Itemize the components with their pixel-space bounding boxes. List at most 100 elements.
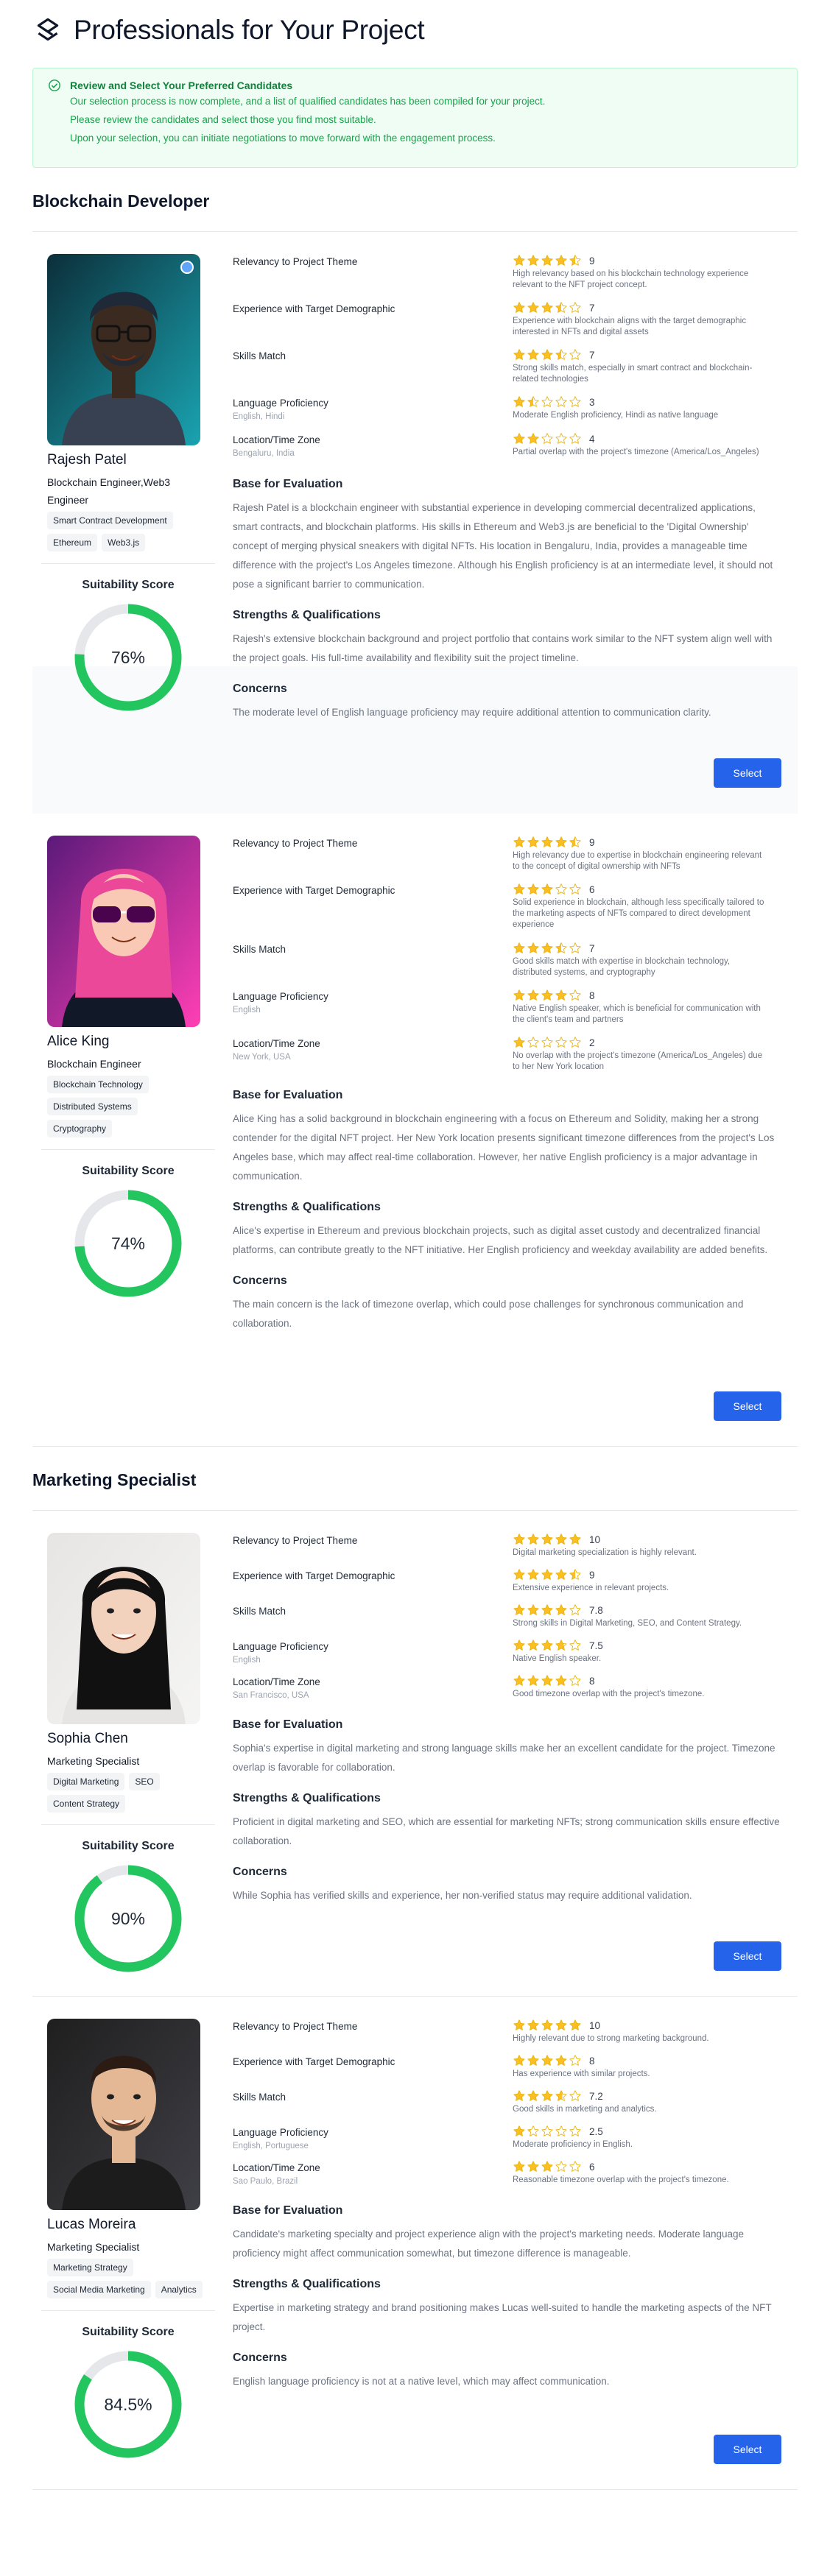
suitability-score: Suitability Score 74% [41, 1149, 215, 1299]
skill-tags: Smart Contract Development Ethereum Web3.j… [47, 512, 203, 551]
star-icon [555, 2055, 567, 2066]
metric-skills: Skills Match 7 Good skills match with expe… [233, 942, 783, 989]
eval-text: The moderate level of English language p… [233, 707, 711, 718]
metric-note: High relevancy based on his blockchain t… [513, 269, 749, 289]
star-icon [555, 1604, 567, 1615]
page-title: Professionals for Your Project [74, 15, 425, 45]
rating-number: 7 [589, 942, 595, 954]
suitability-ring: 90% [73, 1863, 183, 1974]
eval-block-concerns: Concerns English language proficiency is … [233, 2351, 783, 2391]
star-icon [527, 989, 539, 1001]
star-icon [513, 2019, 525, 2030]
star-icon [541, 883, 553, 894]
star-icon [513, 942, 525, 953]
rating-number: 7.2 [589, 2090, 603, 2102]
metric-note: Highly relevant due to strong marketing … [513, 2034, 709, 2043]
suitability-ring: 74% [73, 1188, 183, 1299]
star-icon [569, 883, 581, 894]
rating-row: 7 [513, 348, 783, 361]
logo-icon [37, 18, 59, 41]
star-icon [569, 302, 581, 313]
star-rating [513, 2160, 582, 2173]
star-icon [513, 2161, 525, 2172]
score-label: Suitability Score [82, 2326, 175, 2338]
star-icon [555, 302, 567, 313]
rating-number: 4 [589, 433, 595, 445]
metric-label: Experience with Target Demographic [233, 1568, 513, 1603]
metric-title: Skills Match [233, 2092, 286, 2103]
star-rating [513, 1639, 582, 1652]
metric-value: 7 Strong skills match, especially in smar… [513, 348, 783, 395]
star-icon [527, 2161, 539, 2172]
select-button[interactable]: Select [714, 1941, 781, 1971]
metric-note: Extensive experience in relevant project… [513, 1584, 669, 1592]
skill-tag: Distributed Systems [47, 1098, 138, 1115]
star-icon [555, 433, 567, 444]
eval-title: Strengths & Qualifications [233, 1792, 381, 1804]
eval-title: Concerns [233, 2351, 287, 2364]
rating-number: 7 [589, 349, 595, 361]
metric-value: 3 Moderate English proficiency, Hindi as … [513, 395, 783, 432]
notice-line: Please review the candidates and select … [70, 114, 376, 125]
star-icon [527, 1569, 539, 1580]
rating-row: 2 [513, 1036, 783, 1049]
star-icon [527, 1534, 539, 1545]
metric-label: Location/Time Zone Sao Paulo, Brazil [233, 2160, 513, 2195]
section-title: Marketing Specialist [32, 1470, 197, 1489]
eval-block-concerns: Concerns The main concern is the lack of … [233, 1274, 783, 1333]
metric-relevancy: Relevancy to Project Theme 10 Digital mark… [233, 1533, 783, 1568]
select-button[interactable]: Select [714, 758, 781, 788]
metric-subtext: New York, USA [233, 1053, 291, 1062]
star-rating [513, 432, 582, 445]
star-icon [513, 255, 525, 266]
candidate-role: Marketing Specialist [47, 2241, 140, 2253]
star-rating [513, 348, 582, 361]
rating-row: 9 [513, 254, 783, 267]
metric-title: Location/Time Zone [233, 2162, 320, 2173]
star-icon [555, 2125, 567, 2136]
rating-row: 2.5 [513, 2125, 783, 2138]
star-icon [527, 1037, 539, 1048]
star-rating [513, 301, 582, 314]
star-rating [513, 1568, 582, 1581]
metric-title: Skills Match [233, 350, 286, 361]
star-icon [541, 1569, 553, 1580]
star-icon [569, 2055, 581, 2066]
suitability-ring: 84.5% [73, 2349, 183, 2460]
star-icon [569, 2161, 581, 2172]
eval-text: Alice King has a solid background in blo… [233, 1113, 775, 1182]
metric-note: Moderate proficiency in English. [513, 2140, 633, 2149]
star-icon [527, 349, 539, 360]
star-icon [527, 1604, 539, 1615]
metric-skills: Skills Match 7 Strong skills match, especi… [233, 348, 783, 395]
rating-number: 10 [589, 1534, 601, 1545]
eval-block-base: Base for Evaluation Rajesh Patel is a blo… [233, 478, 783, 594]
notice-heading-text: Review and Select Your Preferred Candida… [70, 80, 293, 91]
metric-label: Experience with Target Demographic [233, 883, 513, 942]
star-icon [527, 396, 539, 407]
eval-block-strengths: Strengths & Qualifications Expertise in m… [233, 2278, 783, 2337]
metric-title: Relevancy to Project Theme [233, 838, 358, 849]
metric-note: Native English speaker, which is benefic… [513, 1004, 761, 1024]
star-icon [569, 1569, 581, 1580]
skill-tags: Digital Marketing SEO Content Strategy [47, 1773, 203, 1813]
star-icon [513, 433, 525, 444]
select-button[interactable]: Select [714, 1391, 781, 1421]
star-rating [513, 2089, 582, 2103]
metric-location: Location/Time Zone Bengaluru, India 4 Parti… [233, 432, 783, 469]
suitability-score: Suitability Score 90% [41, 1824, 215, 1974]
metric-title: Relevancy to Project Theme [233, 1535, 358, 1546]
metric-note: Strong skills in Digital Marketing, SEO,… [513, 1619, 742, 1628]
star-icon [555, 1037, 567, 1048]
rating-row: 7.2 [513, 2089, 783, 2103]
metric-value: 9 High relevancy due to expertise in bloc… [513, 836, 783, 883]
metric-language: Language Proficiency English 8 Native Engli… [233, 989, 783, 1036]
select-button[interactable]: Select [714, 2435, 781, 2464]
skill-tag: Ethereum [47, 534, 98, 551]
suitability-ring: 76% [73, 602, 183, 713]
metric-title: Location/Time Zone [233, 1038, 320, 1049]
rating-number: 3 [589, 396, 595, 408]
rating-row: 6 [513, 2160, 783, 2173]
star-icon [541, 1037, 553, 1048]
star-icon [513, 989, 525, 1001]
